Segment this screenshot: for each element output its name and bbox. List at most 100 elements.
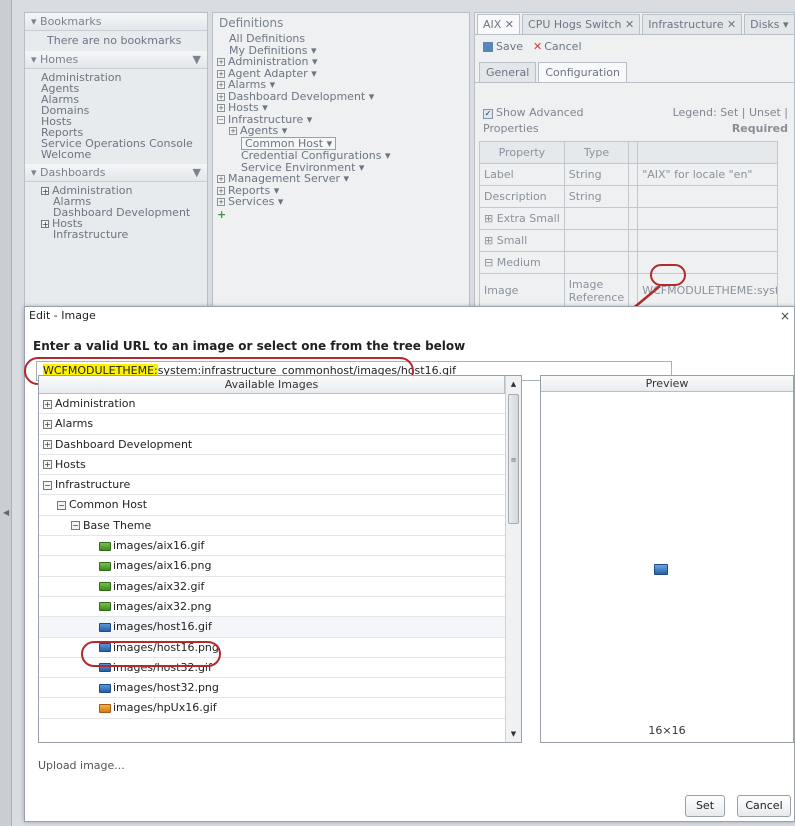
definition-tree-item[interactable]: + Services ▾ — [213, 196, 469, 208]
cancel-icon: ✕ — [533, 39, 543, 53]
expand-plus-icon[interactable]: + — [217, 69, 225, 78]
sidebar-item-home[interactable]: Welcome — [25, 149, 207, 160]
filter-icon[interactable]: ▼ — [193, 164, 201, 181]
legend-text: Legend: Set | Unset | — [672, 106, 788, 119]
image-file-item[interactable]: images/aix16.png — [39, 556, 505, 577]
expand-plus-icon[interactable]: + — [217, 58, 225, 66]
sidebar-item-label: Infrastructure — [53, 228, 129, 241]
close-icon[interactable]: × — [780, 307, 790, 325]
editor-toolbar: Save ✕ Cancel — [475, 35, 794, 57]
scroll-down-arrow-icon[interactable]: ▼ — [506, 726, 521, 742]
image-file-item[interactable]: images/host32.png — [39, 678, 505, 699]
image-file-item[interactable]: images/aix32.png — [39, 597, 505, 618]
expand-plus-icon[interactable]: + — [217, 186, 225, 195]
scroll-up-arrow-icon[interactable]: ▲ — [506, 376, 521, 392]
expand-plus-icon[interactable]: + — [41, 187, 49, 196]
table-cell — [637, 207, 779, 230]
definition-label: Agents ▾ — [240, 124, 288, 137]
image-folder-item[interactable]: + Alarms — [39, 414, 505, 435]
save-icon — [483, 41, 493, 52]
cancel-dialog-button[interactable]: Cancel — [737, 795, 791, 817]
expand-plus-icon[interactable]: + — [43, 399, 52, 409]
table-row[interactable]: Image Image Reference WCFMODULETHEME:syste — [479, 273, 779, 307]
editor-subtab[interactable]: Configuration — [538, 62, 627, 82]
homes-header[interactable]: ▾ Homes ▼ — [25, 51, 207, 69]
tree-item-label: Hosts — [55, 457, 86, 471]
available-images-header: Available Images — [39, 376, 505, 394]
expand-plus-icon[interactable]: + — [43, 440, 52, 450]
table-header — [628, 141, 639, 164]
table-row[interactable]: ⊟ Medium — [479, 251, 779, 274]
image-folder-item[interactable]: − Base Theme — [39, 516, 505, 537]
expand-plus-icon[interactable]: + — [41, 220, 49, 229]
expand-plus-icon[interactable]: + — [217, 92, 225, 101]
table-cell: String — [563, 185, 630, 208]
image-folder-item[interactable]: − Infrastructure — [39, 475, 505, 496]
add-definition-icon[interactable]: + — [213, 208, 469, 221]
table-cell: Image — [479, 273, 565, 307]
editor-tab[interactable]: Infrastructure ✕ — [642, 14, 743, 34]
expand-triangle-icon: ▾ — [31, 15, 41, 28]
expand-triangle-icon: ▾ — [31, 166, 41, 179]
table-cell — [628, 185, 639, 208]
annotation-circle-picker — [650, 264, 686, 286]
editor-tab[interactable]: AIX ✕ — [477, 14, 521, 34]
collapse-strip[interactable]: ◀ — [0, 0, 12, 826]
collapse-minus-icon[interactable]: − — [217, 115, 225, 124]
collapse-minus-icon[interactable]: − — [43, 480, 52, 490]
image-file-item[interactable]: images/aix16.gif — [39, 536, 505, 557]
image-folder-item[interactable]: + Dashboard Development — [39, 435, 505, 455]
table-cell — [628, 229, 639, 252]
expand-plus-icon[interactable]: + — [43, 460, 52, 470]
collapse-minus-icon[interactable]: − — [71, 521, 80, 531]
tree-item-label: images/aix32.png — [113, 599, 212, 613]
show-advanced-checkbox[interactable]: ✓ Show Advanced Properties — [483, 105, 613, 137]
table-row[interactable]: ⊞ Extra Small — [479, 207, 779, 230]
image-file-item[interactable]: images/hpUx16.gif — [39, 698, 505, 719]
tree-item-label: images/hpUx16.gif — [113, 701, 217, 715]
definition-label: Services ▾ — [228, 195, 284, 208]
editor-tab[interactable]: CPU Hogs Switch ✕ — [522, 14, 641, 34]
dialog-title: Edit - Image — [29, 309, 96, 322]
expand-plus-icon[interactable]: + — [229, 127, 237, 135]
upload-image-link[interactable]: Upload image... — [38, 759, 125, 772]
expand-plus-icon[interactable]: + — [217, 104, 225, 112]
tree-item-label: images/host32.png — [113, 681, 219, 695]
image-file-item[interactable]: images/host16.gif — [39, 617, 505, 638]
scrollbar-thumb[interactable]: ≡ — [508, 394, 519, 524]
table-header — [637, 141, 779, 164]
definition-tree-item[interactable]: + Agents ▾ — [213, 125, 469, 137]
checkbox-checked-icon[interactable]: ✓ — [483, 109, 493, 119]
table-cell — [563, 251, 630, 274]
definition-tree-item[interactable]: Common Host ▾ — [213, 136, 469, 150]
dashboards-header[interactable]: ▾ Dashboards ▼ — [25, 164, 207, 182]
sidebar-item-dashboard[interactable]: Infrastructure — [25, 229, 207, 240]
tree-scrollbar[interactable]: ▲ ≡ ▼ — [505, 376, 521, 742]
save-button[interactable]: Save — [483, 40, 523, 53]
expand-plus-icon[interactable]: + — [217, 81, 225, 89]
editor-subtab[interactable]: General — [479, 62, 537, 82]
table-row[interactable]: Description String — [479, 185, 779, 208]
image-folder-item[interactable]: + Hosts — [39, 455, 505, 476]
expand-plus-icon[interactable]: + — [217, 175, 225, 183]
legend-required: Required — [731, 122, 788, 135]
table-row[interactable]: Label String "AIX" for locale "en" — [479, 163, 779, 186]
image-folder-item[interactable]: − Common Host — [39, 495, 505, 516]
filter-icon[interactable]: ▼ — [193, 51, 201, 68]
expand-plus-icon[interactable]: + — [43, 419, 52, 429]
bookmarks-header[interactable]: ▾ Bookmarks — [25, 13, 207, 31]
image-file-icon — [99, 683, 111, 693]
editor-tab[interactable]: Disks ▾ — [744, 14, 794, 34]
expand-plus-icon[interactable]: + — [217, 198, 225, 206]
host-image-preview-icon — [654, 564, 668, 575]
image-file-icon — [99, 582, 111, 592]
collapse-minus-icon[interactable]: − — [57, 500, 66, 510]
table-row[interactable]: ⊞ Small — [479, 229, 779, 252]
table-cell — [628, 207, 639, 230]
dialog-instruction: Enter a valid URL to an image or select … — [33, 339, 466, 353]
image-file-item[interactable]: images/aix32.gif — [39, 577, 505, 597]
collapse-arrow-icon[interactable]: ◀ — [3, 508, 9, 517]
image-folder-item[interactable]: + Administration — [39, 394, 505, 415]
cancel-button[interactable]: ✕ Cancel — [533, 40, 581, 53]
set-button[interactable]: Set — [685, 795, 725, 817]
